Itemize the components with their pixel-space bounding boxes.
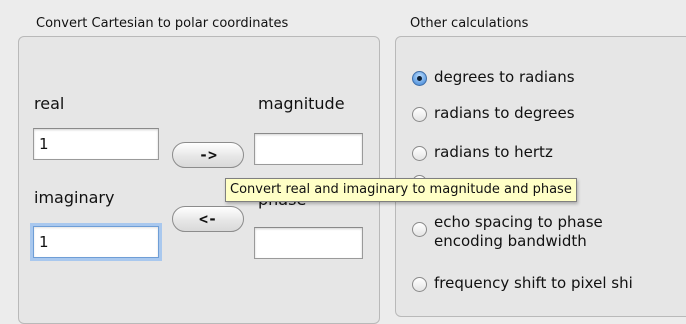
option-label-line2: encoding bandwidth (434, 232, 587, 250)
convert-to-cartesian-button[interactable]: <- (172, 206, 244, 232)
radio-icon[interactable] (412, 277, 427, 292)
imaginary-input[interactable] (33, 226, 159, 258)
option-frequency-shift-to-pixel-shift[interactable]: frequency shift to pixel shi (412, 274, 633, 293)
option-radians-to-degrees[interactable]: radians to degrees (412, 104, 575, 123)
imaginary-label: imaginary (34, 188, 115, 207)
radio-selected-icon[interactable] (412, 71, 427, 86)
phase-output[interactable] (254, 227, 363, 259)
option-radians-to-hertz[interactable]: radians to hertz (412, 143, 553, 162)
real-label: real (34, 94, 65, 113)
option-label: radians to hertz (434, 143, 553, 161)
option-label: radians to degrees (434, 104, 575, 122)
option-echo-spacing-to-phase-encoding-bandwidth[interactable]: echo spacing to phase encoding bandwidth (412, 213, 603, 251)
convert-to-polar-button[interactable]: -> (172, 142, 244, 168)
magnitude-label: magnitude (258, 94, 345, 113)
option-label-line1: echo spacing to phase (434, 213, 603, 231)
option-label: echo spacing to phase encoding bandwidth (434, 213, 603, 251)
option-degrees-to-radians[interactable]: degrees to radians (412, 68, 575, 87)
radio-icon[interactable] (412, 107, 427, 122)
other-calculations-title: Other calculations (410, 16, 529, 31)
magnitude-output[interactable] (254, 133, 363, 165)
cartesian-to-polar-title: Convert Cartesian to polar coordinates (36, 16, 289, 31)
option-label: frequency shift to pixel shi (434, 274, 633, 292)
radio-icon[interactable] (412, 222, 427, 237)
option-label: degrees to radians (434, 68, 575, 86)
convert-tooltip: Convert real and imaginary to magnitude … (225, 178, 577, 202)
calculator-window: Convert Cartesian to polar coordinates r… (0, 0, 686, 324)
real-input[interactable] (33, 128, 159, 160)
radio-icon[interactable] (412, 146, 427, 161)
